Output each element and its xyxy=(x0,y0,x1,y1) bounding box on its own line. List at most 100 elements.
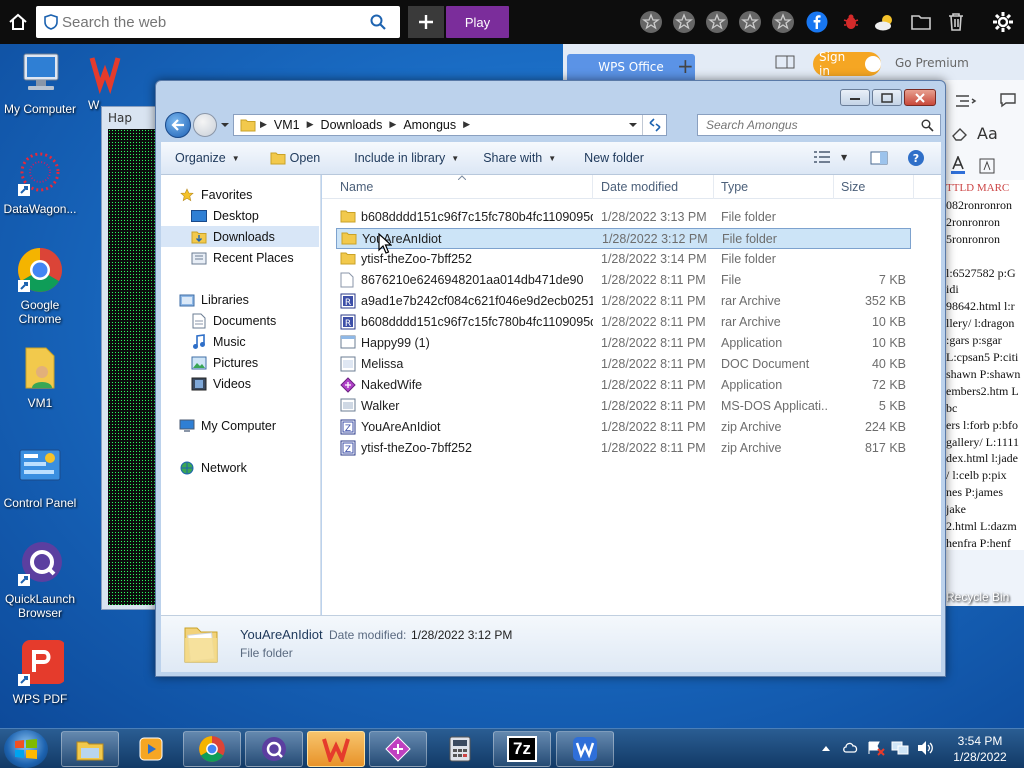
forward-button[interactable] xyxy=(193,113,217,137)
taskbar-media-player[interactable] xyxy=(122,731,180,767)
breadcrumb-downloads[interactable]: Downloads xyxy=(318,118,386,132)
weather-button[interactable] xyxy=(868,0,901,44)
taskbar-7zip[interactable]: 7z xyxy=(493,731,551,767)
back-button[interactable] xyxy=(165,112,191,138)
explorer-window[interactable]: ▶ VM1 ▶ Downloads ▶ Amongus ▶ Organize▼ … xyxy=(155,80,946,677)
search-icon[interactable] xyxy=(370,14,386,30)
favorite-star-1[interactable] xyxy=(634,0,667,44)
wps-document-page[interactable]: TTLD MARC 082ronronron 2ronronron 5ronronr… xyxy=(946,180,1024,550)
trash-button[interactable] xyxy=(939,0,972,44)
nav-pictures[interactable]: Pictures xyxy=(161,352,319,373)
desktop-icon-google-chrome[interactable]: Google Chrome xyxy=(0,246,80,326)
address-dropdown-icon[interactable] xyxy=(628,119,638,131)
taskbar-file-explorer[interactable] xyxy=(61,731,119,767)
nav-network[interactable]: Network xyxy=(161,457,319,478)
nav-desktop[interactable]: Desktop xyxy=(161,205,319,226)
file-row[interactable]: NakedWife 1/28/2022 8:11 PM Application 72 … xyxy=(336,375,911,396)
column-date-modified[interactable]: Date modified xyxy=(601,180,678,194)
nav-my-computer[interactable]: My Computer xyxy=(161,415,319,436)
view-options-button[interactable]: ▼ xyxy=(813,150,847,164)
wps-office-tab[interactable]: WPS Office xyxy=(567,54,695,80)
action-center-icon[interactable] xyxy=(867,740,885,756)
share-with-button[interactable]: Share with ▼ xyxy=(473,142,566,175)
desktop-icon-quicklaunch[interactable]: QuickLaunch Browser xyxy=(0,540,80,620)
taskbar-wps-writer[interactable] xyxy=(556,731,614,767)
breadcrumb-separator[interactable]: ▶ xyxy=(385,120,400,130)
new-tab-plus-icon[interactable]: + xyxy=(677,54,694,78)
include-in-library-button[interactable]: Include in library ▼ xyxy=(344,142,469,175)
comment-icon[interactable] xyxy=(999,92,1017,108)
desktop-icon-datawagon[interactable]: DataWagon... xyxy=(0,150,80,216)
file-row[interactable]: Walker 1/28/2022 8:11 PM MS-DOS Applicati.… xyxy=(336,396,911,417)
file-row[interactable]: YouAreAnIdiot 1/28/2022 3:12 PM File folde… xyxy=(336,228,911,249)
nav-favorites[interactable]: Favorites xyxy=(161,184,319,205)
file-row[interactable]: 8676210e6246948201aa014db471de90 1/28/202… xyxy=(336,270,911,291)
breadcrumb-separator[interactable]: ▶ xyxy=(459,120,474,130)
file-row[interactable]: b608dddd151c96f7c15fc780b4fc1109095d... 1… xyxy=(336,207,911,228)
bug-button[interactable] xyxy=(834,0,867,44)
favorite-star-5[interactable] xyxy=(766,0,799,44)
taskbar-quicklaunch[interactable] xyxy=(245,731,303,767)
desktop-icon-control-panel[interactable]: Control Panel xyxy=(0,444,80,510)
close-button[interactable] xyxy=(904,89,936,106)
file-row[interactable]: Rb608dddd151c96f7c15fc780b4fc1109095d...… xyxy=(336,312,911,333)
file-row[interactable]: Zytisf-theZoo-7bff252 1/28/2022 8:11 PM zi… xyxy=(336,438,911,459)
breadcrumb-separator[interactable]: ▶ xyxy=(303,120,318,130)
home-button[interactable] xyxy=(0,0,36,44)
eraser-icon[interactable] xyxy=(951,126,969,142)
background-window-happy99[interactable]: Hap xyxy=(101,106,161,610)
column-name[interactable]: Name xyxy=(340,180,373,194)
desktop-icon-wps-partial[interactable]: W xyxy=(82,50,121,112)
new-tab-button[interactable] xyxy=(408,6,444,38)
font-size-button[interactable]: Aa xyxy=(977,124,998,143)
nav-libraries[interactable]: Libraries xyxy=(161,289,319,310)
file-row[interactable]: Ra9ad1e7b242cf084c621f046e9d2ecb0251a...… xyxy=(336,291,911,312)
start-button[interactable] xyxy=(4,730,48,768)
taskbar-purple-app[interactable] xyxy=(369,731,427,767)
play-button[interactable]: Play xyxy=(446,6,509,38)
clock-date[interactable]: 1/28/2022 xyxy=(945,750,1015,764)
go-premium-link[interactable]: Go Premium xyxy=(895,56,969,70)
settings-button[interactable] xyxy=(986,0,1019,44)
nav-videos[interactable]: Videos xyxy=(161,373,319,394)
explorer-titlebar[interactable] xyxy=(156,81,945,111)
file-row[interactable]: Happy99 (1) 1/28/2022 8:11 PM Application 1… xyxy=(336,333,911,354)
web-search-box[interactable] xyxy=(36,6,400,38)
preview-pane-icon[interactable] xyxy=(870,151,888,165)
web-search-input[interactable] xyxy=(62,8,370,36)
column-size[interactable]: Size xyxy=(841,180,865,194)
show-hidden-icons-icon[interactable] xyxy=(821,744,831,752)
taskbar-chrome[interactable] xyxy=(183,731,241,767)
clock-time[interactable]: 3:54 PM xyxy=(945,734,1015,748)
wps-signin-button[interactable]: Sign in xyxy=(813,50,881,78)
desktop-icon-recycle-bin[interactable]: Recycle Bin xyxy=(946,590,1009,604)
favorite-star-2[interactable] xyxy=(667,0,700,44)
minimize-button[interactable] xyxy=(840,89,870,106)
refresh-button[interactable] xyxy=(642,115,666,135)
maximize-button[interactable] xyxy=(872,89,902,106)
chevron-down-icon[interactable] xyxy=(220,119,230,131)
list-indent-icon[interactable] xyxy=(955,94,977,108)
nav-recent-places[interactable]: Recent Places xyxy=(161,247,319,268)
cloud-sync-icon[interactable] xyxy=(842,740,860,756)
nav-music[interactable]: Music xyxy=(161,331,319,352)
favorite-star-4[interactable] xyxy=(733,0,766,44)
breadcrumb-amongus[interactable]: Amongus xyxy=(400,118,459,132)
desktop-icon-wps-pdf[interactable]: WPS PDF xyxy=(0,640,80,706)
font-color-icon[interactable] xyxy=(951,156,965,174)
breadcrumb-vm1[interactable]: VM1 xyxy=(271,118,303,132)
nav-downloads[interactable]: Downloads xyxy=(161,226,319,247)
desktop-icon-vm1[interactable]: VM1 xyxy=(0,344,80,410)
breadcrumb-separator[interactable]: ▶ xyxy=(256,120,271,130)
favorite-star-3[interactable] xyxy=(700,0,733,44)
organize-button[interactable]: Organize ▼ xyxy=(161,142,250,175)
nav-documents[interactable]: Documents xyxy=(161,310,319,331)
file-row[interactable]: Z YouAreAnIdiot 1/28/2022 8:11 PM zip Archi… xyxy=(336,417,911,438)
folder-search-box[interactable] xyxy=(697,114,941,136)
folder-search-input[interactable] xyxy=(698,116,921,134)
text-box-icon[interactable] xyxy=(979,158,995,174)
file-row[interactable]: ytisf-theZoo-7bff252 1/28/2022 3:14 PM Fil… xyxy=(336,249,911,270)
open-button[interactable]: Open xyxy=(260,142,331,175)
column-type[interactable]: Type xyxy=(721,180,748,194)
taskbar-calculator[interactable] xyxy=(431,731,489,767)
